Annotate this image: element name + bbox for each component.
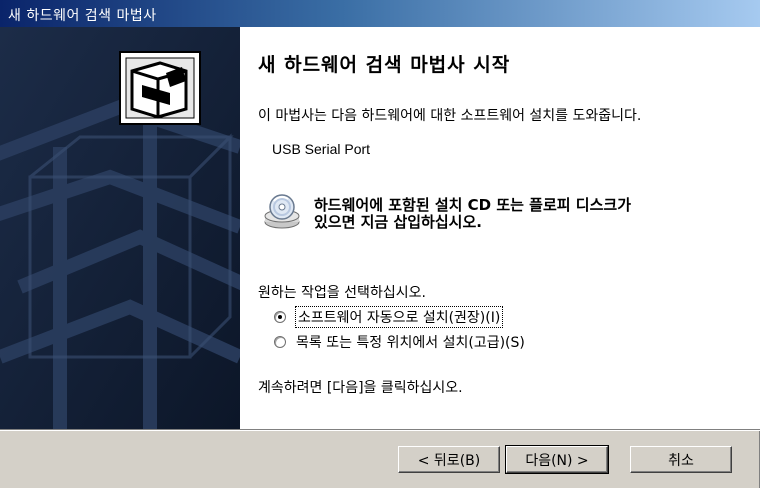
next-button-label: 다음(N) > [525,452,589,469]
option-manual-install-label[interactable]: 목록 또는 특정 위치에서 설치(고급)(S) [296,332,525,352]
device-name: USB Serial Port [272,141,371,157]
wizard-content: 새 하드웨어 검색 마법사 시작 이 마법사는 다음 하드웨어에 대한 소프트웨… [240,27,760,429]
window-title: 새 하드웨어 검색 마법사 [8,8,157,24]
page-heading: 새 하드웨어 검색 마법사 시작 [258,54,511,76]
next-button[interactable]: 다음(N) > [505,445,609,474]
description-text: 이 마법사는 다음 하드웨어에 대한 소프트웨어 설치를 도와줍니다. [258,108,642,124]
insert-cd-message: 하드웨어에 포함된 설치 CD 또는 플로피 디스크가 있으면 지금 삽입하십시… [314,197,631,231]
choose-task-prompt: 원하는 작업을 선택하십시오. [258,285,426,301]
insert-cd-line2: 있으면 지금 삽입하십시오. [314,213,482,231]
option-auto-install[interactable]: 소프트웨어 자동으로 설치(권장)(I) [274,306,504,328]
side-banner-art [0,27,240,429]
insert-cd-line1: 하드웨어에 포함된 설치 CD 또는 플로피 디스크가 [314,196,631,214]
radio-manual-install[interactable] [274,336,286,348]
side-banner [0,27,240,429]
wizard-window: 새 하드웨어 검색 마법사 새 하드웨어 검색 마법사 시작 이 마법사는 다음… [0,0,760,488]
footer-divider [0,429,760,431]
radio-auto-install[interactable] [274,311,286,323]
cancel-button[interactable]: 취소 [630,446,732,473]
cd-disc-icon [264,194,300,229]
continue-instruction: 계속하려면 [다음]을 클릭하십시오. [258,380,463,396]
option-manual-install[interactable]: 목록 또는 특정 위치에서 설치(고급)(S) [274,332,525,352]
hardware-wizard-icon [119,51,201,125]
option-auto-install-label[interactable]: 소프트웨어 자동으로 설치(권장)(I) [294,306,504,328]
title-bar[interactable]: 새 하드웨어 검색 마법사 [0,0,760,27]
back-button[interactable]: < 뒤로(B) [398,446,500,473]
back-button-label: < 뒤로(B) [417,452,481,469]
cancel-button-label: 취소 [668,452,694,469]
